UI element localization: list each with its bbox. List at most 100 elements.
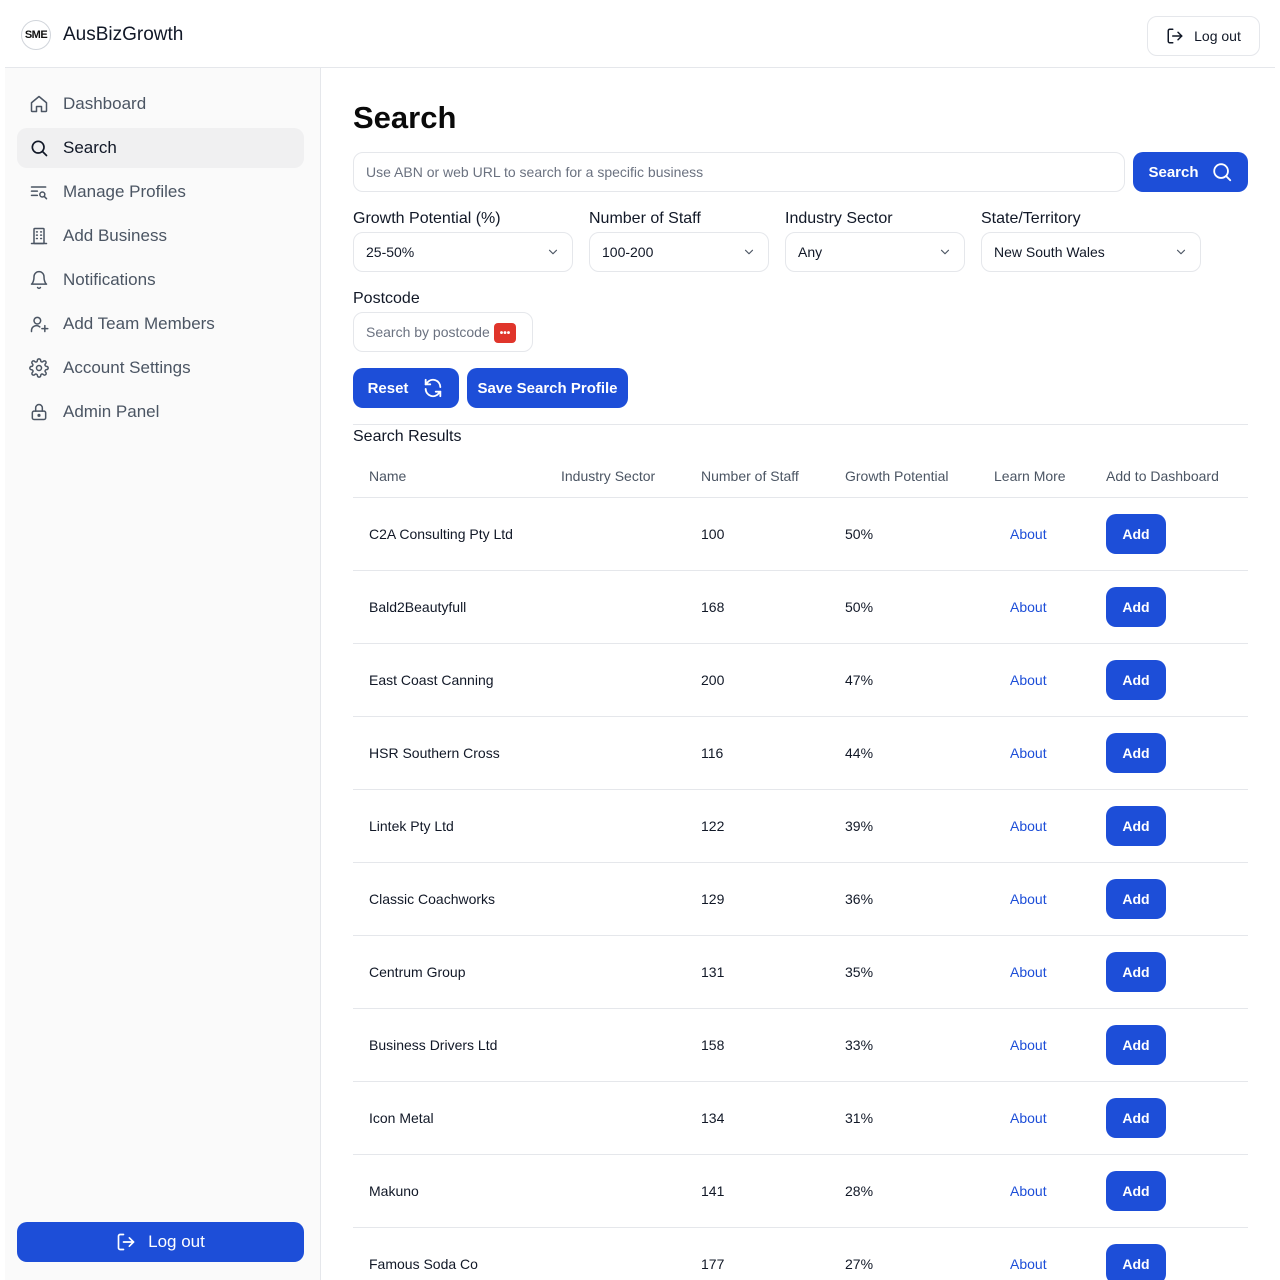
sidebar-item-add-business[interactable]: Add Business [17,216,304,256]
about-link[interactable]: About [1010,745,1047,761]
sidebar-item-add-team-members[interactable]: Add Team Members [17,304,304,344]
cell-industry-sector [561,1081,701,1155]
staff-select[interactable]: 100-200 [589,232,769,272]
cell-number-of-staff: 116 [701,716,845,790]
cell-growth-potential: 44% [845,716,994,790]
cell-learn-more: About [994,497,1106,571]
save-search-profile-button[interactable]: Save Search Profile [467,368,628,408]
cell-number-of-staff: 129 [701,862,845,936]
about-link[interactable]: About [1010,1110,1047,1126]
add-to-dashboard-button[interactable]: Add [1106,513,1166,554]
sidebar-item-admin-panel[interactable]: Admin Panel [17,392,304,432]
bell-icon [30,270,48,290]
header-logout-button[interactable]: Log out [1147,16,1260,56]
chevron-down-icon [940,249,950,255]
table-row: Famous Soda Co 177 27% About Add [353,1227,1248,1280]
sidebar-nav: Dashboard Search Manage Profiles Add Bus… [17,84,304,436]
cell-learn-more: About [994,716,1106,790]
about-link[interactable]: About [1010,1183,1047,1199]
cell-growth-potential: 39% [845,789,994,863]
add-to-dashboard-button[interactable]: Add [1106,1024,1166,1065]
divider [353,424,1248,425]
cell-add-to-dashboard: Add [1106,862,1248,936]
cell-number-of-staff: 100 [701,497,845,571]
cell-name: Business Drivers Ltd [353,1008,561,1082]
add-to-dashboard-button[interactable]: Add [1106,732,1166,773]
sidebar-item-manage-profiles[interactable]: Manage Profiles [17,172,304,212]
add-to-dashboard-button[interactable]: Add [1106,586,1166,627]
state-filter-label: State/Territory [981,210,1081,227]
app-logo[interactable]: SME [21,20,51,50]
chevron-down-icon [744,249,754,255]
cell-industry-sector [561,716,701,790]
cell-industry-sector [561,1227,701,1280]
about-link[interactable]: About [1010,891,1047,907]
cell-growth-potential: 28% [845,1154,994,1228]
cell-industry-sector [561,1154,701,1228]
cell-industry-sector [561,862,701,936]
postcode-label: Postcode [353,290,420,307]
list-search-icon [30,186,48,200]
about-link[interactable]: About [1010,818,1047,834]
postcode-placeholder: Search by postcode [366,324,490,340]
sidebar-item-dashboard[interactable]: Dashboard [17,84,304,124]
chevron-down-icon [548,249,558,255]
sidebar-logout-button[interactable]: Log out [17,1222,304,1262]
cell-name: Centrum Group [353,935,561,1009]
about-link[interactable]: About [1010,599,1047,615]
sidebar-item-notifications[interactable]: Notifications [17,260,304,300]
search-button-label: Search [1148,163,1199,181]
cell-growth-potential: 47% [845,643,994,717]
add-to-dashboard-button[interactable]: Add [1106,1243,1166,1280]
about-link[interactable]: About [1010,964,1047,980]
search-input[interactable] [353,152,1125,192]
add-to-dashboard-button[interactable]: Add [1106,805,1166,846]
cell-industry-sector [561,643,701,717]
cell-learn-more: About [994,789,1106,863]
reset-button[interactable]: Reset [353,368,459,408]
cell-add-to-dashboard: Add [1106,1154,1248,1228]
table-row: Business Drivers Ltd 158 33% About Add [353,1008,1248,1082]
state-select[interactable]: New South Wales [981,232,1201,272]
cell-add-to-dashboard: Add [1106,1227,1248,1280]
column-header-number-of-staff[interactable]: Number of Staff [701,455,845,498]
about-link[interactable]: About [1010,1256,1047,1272]
sidebar-item-search[interactable]: Search [17,128,304,168]
column-header-growth-potential[interactable]: Growth Potential [845,455,994,498]
search-button[interactable]: Search [1133,152,1248,192]
cell-add-to-dashboard: Add [1106,935,1248,1009]
sidebar-item-label: Add Business [63,226,167,245]
cell-growth-potential: 33% [845,1008,994,1082]
cell-number-of-staff: 134 [701,1081,845,1155]
sidebar-logout-label: Log out [148,1232,205,1251]
add-to-dashboard-button[interactable]: Add [1106,1170,1166,1211]
add-to-dashboard-button[interactable]: Add [1106,1097,1166,1138]
column-header-industry-sector[interactable]: Industry Sector [561,455,701,498]
about-link[interactable]: About [1010,1037,1047,1053]
cell-number-of-staff: 122 [701,789,845,863]
lock-icon [31,403,47,421]
cell-growth-potential: 35% [845,935,994,1009]
cell-growth-potential: 27% [845,1227,994,1280]
about-link[interactable]: About [1010,526,1047,542]
cell-growth-potential: 31% [845,1081,994,1155]
sector-select[interactable]: Any [785,232,965,272]
growth-select[interactable]: 25-50% [353,232,573,272]
add-to-dashboard-button[interactable]: Add [1106,878,1166,919]
postcode-input[interactable]: Search by postcode ••• [353,312,533,352]
cell-learn-more: About [994,570,1106,644]
table-header-row: Name Industry Sector Number of Staff Gro… [353,455,1248,498]
column-header-name[interactable]: Name [353,455,561,498]
add-to-dashboard-button[interactable]: Add [1106,659,1166,700]
app-name: AusBizGrowth [63,24,184,45]
results-table: Name Industry Sector Number of Staff Gro… [353,455,1248,1280]
add-to-dashboard-button[interactable]: Add [1106,951,1166,992]
cell-learn-more: About [994,1154,1106,1228]
sidebar-item-account-settings[interactable]: Account Settings [17,348,304,388]
results-title: Search Results [353,428,462,445]
staff-filter-label: Number of Staff [589,210,701,227]
user-plus-icon [30,316,49,333]
password-manager-icon[interactable]: ••• [494,323,516,343]
table-row: Lintek Pty Ltd 122 39% About Add [353,789,1248,863]
about-link[interactable]: About [1010,672,1047,688]
